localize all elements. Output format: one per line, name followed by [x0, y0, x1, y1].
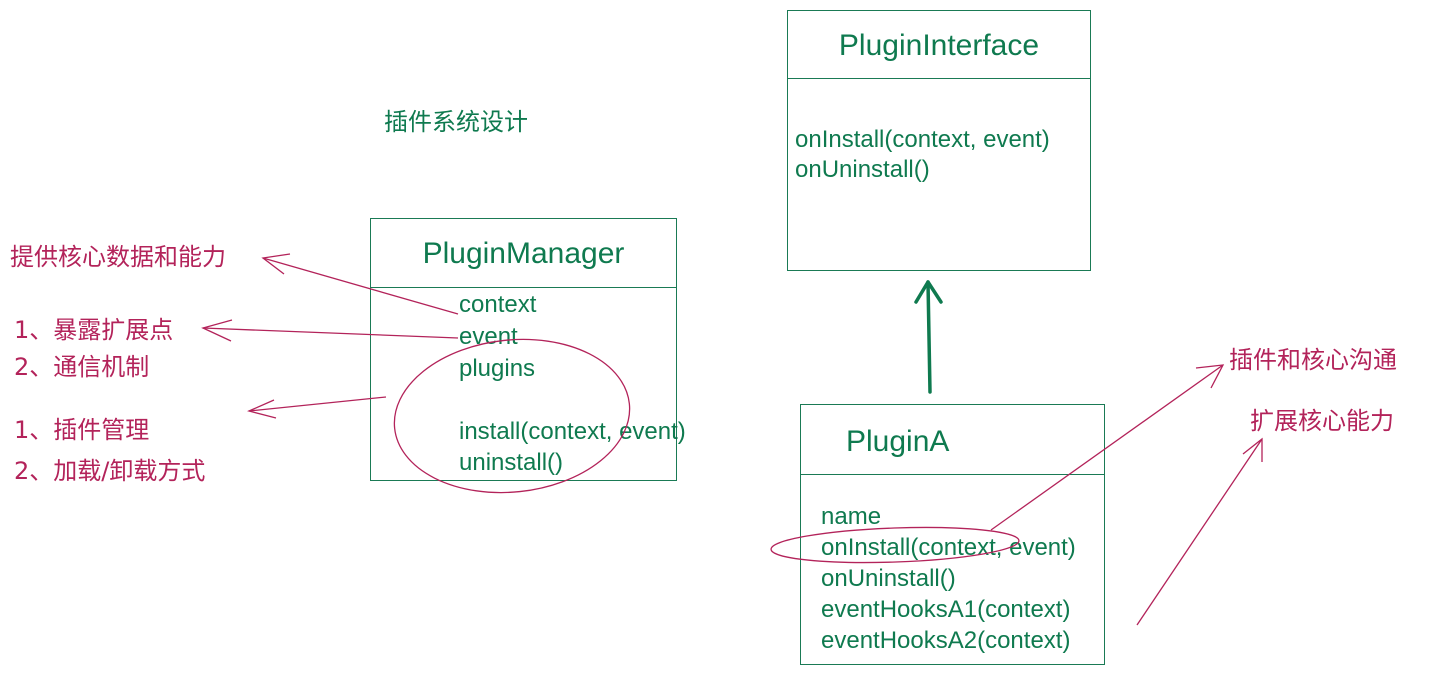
inheritance-arrow [914, 280, 943, 394]
arrow-plugin-core-communication [990, 364, 1225, 531]
arrow-core-data [261, 253, 459, 315]
oninstall-highlight-ellipse [770, 526, 1020, 564]
connector-layer [201, 253, 1263, 626]
plugins-highlight-ellipse [393, 338, 631, 494]
arrow-extend-core [1136, 437, 1263, 626]
arrow-plugin-management [247, 396, 387, 419]
arrow-expose [201, 319, 459, 342]
